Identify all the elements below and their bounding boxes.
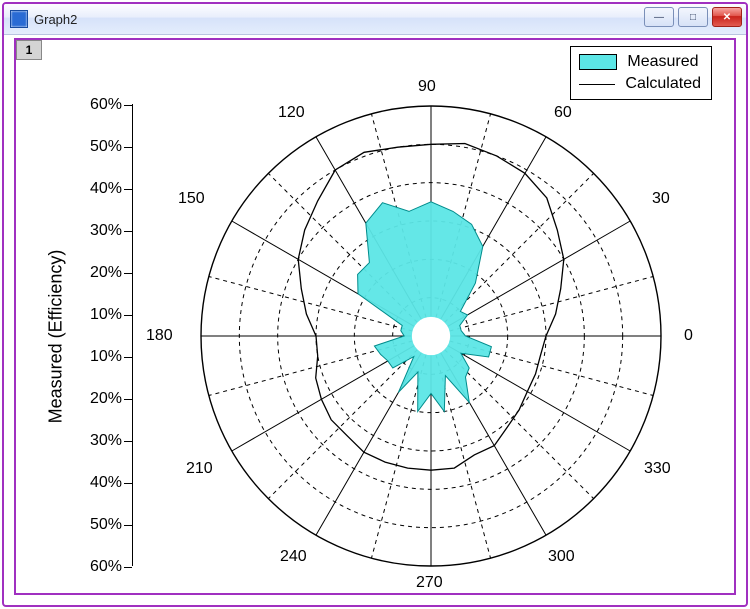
y-tick: 50% [72, 516, 122, 534]
y-tick: 60% [72, 558, 122, 576]
app-window: Graph2 — □ ✕ 1 Measured Calculated Measu… [2, 2, 748, 607]
y-tick: 20% [72, 390, 122, 408]
angle-label: 240 [280, 548, 307, 566]
angle-label: 300 [548, 548, 575, 566]
legend-swatch-icon [579, 54, 617, 70]
angle-label: 210 [186, 460, 213, 478]
close-button[interactable]: ✕ [712, 7, 742, 27]
y-axis-line [132, 104, 133, 566]
angle-label: 150 [178, 190, 205, 208]
y-axis-label: Measured (Efficiency) [46, 120, 66, 553]
sheet-tab-1[interactable]: 1 [16, 40, 42, 60]
legend-entry-measured: Measured [579, 51, 701, 73]
app-icon [10, 10, 28, 28]
y-tick: 10% [72, 348, 122, 366]
angle-label: 30 [652, 190, 670, 208]
polar-plot [136, 80, 726, 600]
angle-label: 330 [644, 460, 671, 478]
y-tick: 40% [72, 474, 122, 492]
y-tick: 50% [72, 138, 122, 156]
y-tick: 20% [72, 264, 122, 282]
angle-label: 180 [146, 327, 173, 345]
legend-label: Measured [627, 51, 698, 73]
y-tick: 60% [72, 96, 122, 114]
y-tick: 40% [72, 180, 122, 198]
maximize-button[interactable]: □ [678, 7, 708, 27]
titlebar[interactable]: Graph2 — □ ✕ [4, 4, 746, 35]
angle-label: 60 [554, 104, 572, 122]
minimize-button[interactable]: — [644, 7, 674, 27]
y-tick: 30% [72, 222, 122, 240]
angle-label: 270 [416, 574, 443, 592]
y-tick: 10% [72, 306, 122, 324]
window-title: Graph2 [34, 12, 77, 27]
window-controls: — □ ✕ [644, 7, 742, 27]
angle-label: 120 [278, 104, 305, 122]
angle-label: 90 [418, 78, 436, 96]
y-tick: 30% [72, 432, 122, 450]
plot-area: 1 Measured Calculated Measured (Efficien… [14, 38, 736, 595]
angle-label: 0 [684, 327, 693, 345]
